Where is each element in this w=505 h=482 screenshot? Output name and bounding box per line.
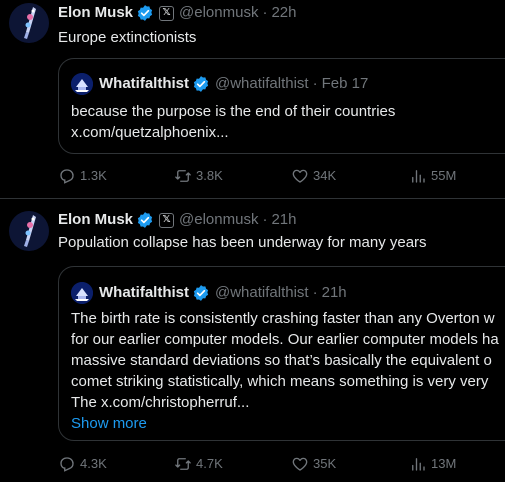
author-handle[interactable]: @elonmusk [179, 3, 258, 23]
author-handle[interactable]: @elonmusk [179, 210, 258, 230]
verified-badge-icon[interactable] [136, 211, 154, 229]
like-count: 34K [313, 168, 337, 183]
reply-button[interactable]: 1.3K [58, 166, 107, 186]
quoted-author-avatar[interactable] [71, 282, 93, 304]
quoted-text-line: because the purpose is the end of their … [71, 103, 396, 120]
quoted-author-handle[interactable]: @whatifalthist [215, 74, 309, 94]
quoted-timestamp[interactable]: 21h [322, 283, 347, 303]
view-count: 55M [431, 168, 457, 183]
repost-button[interactable]: 4.7K [174, 454, 223, 474]
quoted-text-line: for our earlier computer models. Our ear… [71, 331, 499, 348]
views-button[interactable]: 55M [409, 166, 456, 186]
verified-badge-icon[interactable] [192, 75, 210, 93]
x-affiliation-badge[interactable]: 𝕏 [159, 5, 175, 21]
x-affiliation-badge[interactable]: 𝕏 [159, 212, 175, 228]
tweet[interactable]: Elon Musk 𝕏 @elonmusk · 22h Europe extin… [0, 0, 505, 199]
tweet-header: Elon Musk 𝕏 @elonmusk · 22h [58, 3, 296, 23]
quoted-author-avatar[interactable] [71, 73, 93, 95]
repost-icon [175, 170, 191, 182]
tweet-actions: 1.3K 3.8K 34K 55M [58, 166, 505, 186]
quoted-text-line: massive standard deviations so that’s ba… [71, 352, 492, 369]
quoted-author-handle[interactable]: @whatifalthist [215, 283, 309, 303]
tweet-text: Population collapse has been underway fo… [58, 234, 427, 251]
timeline: Elon Musk 𝕏 @elonmusk · 22h Europe extin… [0, 0, 505, 482]
reply-count: 4.3K [80, 456, 107, 471]
quoted-tweet-header: Whatifalthist @whatifalthist · Feb 17 [71, 73, 368, 95]
views-bar-chart-icon [412, 170, 425, 183]
repost-icon [175, 458, 191, 470]
repost-count: 4.7K [196, 456, 223, 471]
separator-dot: · [262, 211, 268, 228]
quoted-text-line: comet striking statistically, which mean… [71, 373, 489, 390]
quoted-text-line: The birth rate is consistently crashing … [71, 310, 495, 327]
quoted-tweet[interactable]: Whatifalthist @whatifalthist · 21h The b… [58, 266, 505, 441]
timestamp[interactable]: 22h [271, 3, 296, 23]
heart-icon [292, 169, 308, 183]
quoted-tweet[interactable]: Whatifalthist @whatifalthist · Feb 17 be… [58, 58, 505, 154]
reply-button[interactable]: 4.3K [58, 454, 107, 474]
tweet-text: Europe extinctionists [58, 29, 197, 46]
tweet-actions: 4.3K 4.7K 35K 13M [58, 454, 505, 474]
tweet[interactable]: Elon Musk 𝕏 @elonmusk · 21h Population c… [0, 199, 505, 482]
like-button[interactable]: 34K [291, 166, 336, 186]
reply-icon [60, 457, 74, 472]
repost-button[interactable]: 3.8K [174, 166, 223, 186]
quoted-text-link[interactable]: x.com/quetzalphoenix... [71, 122, 395, 143]
quoted-author-name[interactable]: Whatifalthist [99, 74, 189, 94]
verified-badge-icon[interactable] [192, 284, 210, 302]
repost-count: 3.8K [196, 168, 223, 183]
author-name[interactable]: Elon Musk [58, 3, 133, 23]
heart-icon [292, 457, 308, 471]
author-avatar[interactable] [9, 211, 49, 251]
view-count: 13M [431, 456, 457, 471]
views-button[interactable]: 13M [409, 454, 456, 474]
separator-dot: · [262, 4, 268, 21]
quoted-author-name[interactable]: Whatifalthist [99, 283, 189, 303]
show-more-link[interactable]: Show more [71, 413, 499, 434]
separator-dot: · [312, 284, 318, 301]
like-count: 35K [313, 456, 337, 471]
reply-count: 1.3K [80, 168, 107, 183]
quoted-tweet-header: Whatifalthist @whatifalthist · 21h [71, 282, 347, 304]
quoted-timestamp[interactable]: Feb 17 [322, 74, 369, 94]
tweet-header: Elon Musk 𝕏 @elonmusk · 21h [58, 210, 296, 230]
verified-badge-icon[interactable] [136, 4, 154, 22]
timestamp[interactable]: 21h [271, 210, 296, 230]
quoted-tweet-text: The birth rate is consistently crashing … [71, 308, 499, 434]
like-button[interactable]: 35K [291, 454, 336, 474]
reply-icon [60, 169, 74, 184]
author-name[interactable]: Elon Musk [58, 210, 133, 230]
quoted-tweet-text: because the purpose is the end of their … [71, 101, 395, 143]
quoted-text-link[interactable]: The x.com/christopherruf... [71, 392, 499, 413]
views-bar-chart-icon [412, 458, 425, 471]
separator-dot: · [312, 75, 318, 92]
author-avatar[interactable] [9, 3, 49, 43]
